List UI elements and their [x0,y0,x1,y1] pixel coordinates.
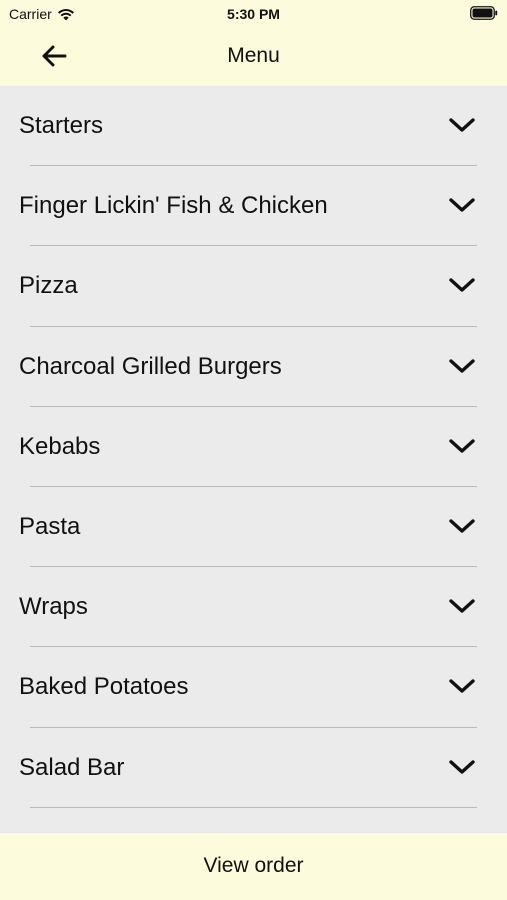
chevron-down-icon [449,198,475,212]
menu-category-row[interactable]: Pizza [0,246,507,327]
divider [30,806,477,808]
chevron-down-icon [449,118,475,132]
chevron-down-icon [449,358,475,373]
view-order-button[interactable]: View order [184,846,324,886]
category-label: Kebabs [19,432,101,460]
battery-icon [470,6,498,20]
category-label: Baked Potatoes [19,673,189,701]
menu-category-row[interactable]: Pasta [0,487,507,568]
category-label: Pizza [19,272,78,300]
menu-category-row[interactable]: Wraps [0,567,507,648]
footer-bar: View order [0,833,507,900]
page-title: Menu [227,44,280,67]
status-bar: Carrier 5:30 PM [0,0,507,28]
chevron-down-icon [449,679,475,694]
menu-category-row[interactable]: Charcoal Grilled Burgers [0,327,507,407]
category-label: Wraps [19,593,88,621]
menu-category-list: Starters Finger Lickin' Fish & Chicken P… [0,86,507,833]
nav-bar: Menu [0,30,507,82]
category-label: Pasta [19,512,81,540]
category-label: Finger Lickin' Fish & Chicken [19,192,328,220]
chevron-down-icon [449,759,475,774]
category-label: Starters [19,112,104,139]
category-label: Charcoal Grilled Burgers [19,352,282,380]
menu-category-row[interactable]: Baked Potatoes [0,647,507,728]
chevron-down-icon [449,439,475,453]
chevron-down-icon [449,278,475,293]
top-bar: Carrier 5:30 PM Menu [0,0,507,86]
category-label: Salad Bar [19,753,125,781]
menu-category-row[interactable]: Salad Bar [0,728,507,808]
chevron-down-icon [449,519,475,533]
status-time: 5:30 PM [227,6,280,22]
chevron-down-icon [449,599,475,613]
menu-category-row[interactable]: Starters [0,86,507,167]
menu-category-row[interactable]: Kebabs [0,407,507,487]
menu-category-row[interactable]: Finger Lickin' Fish & Chicken [0,166,507,247]
